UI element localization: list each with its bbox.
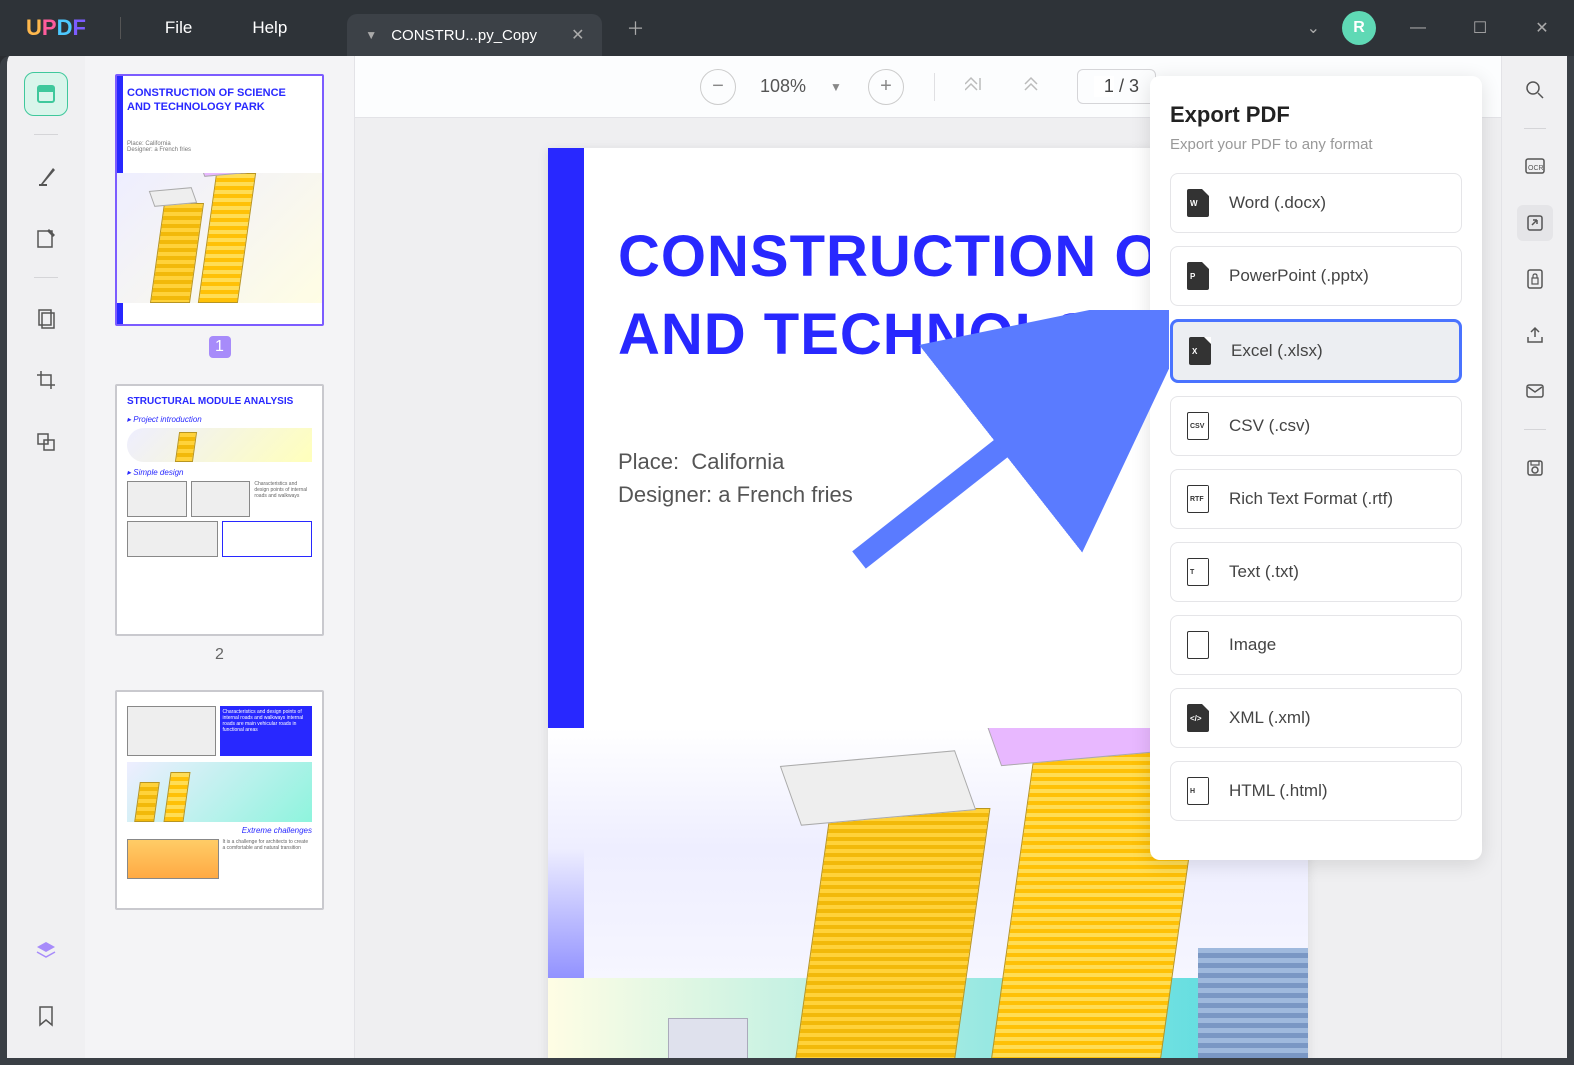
layers-icon [35, 939, 57, 961]
export-label: Text (.txt) [1229, 562, 1299, 582]
zoom-in-button[interactable]: + [868, 69, 904, 105]
svg-text:OCR: OCR [1528, 165, 1544, 172]
search-tool[interactable] [1517, 72, 1553, 108]
email-tool[interactable] [1517, 373, 1553, 409]
export-title: Export PDF [1170, 102, 1462, 128]
new-tab-button[interactable]: ＋ [626, 15, 644, 41]
protect-tool[interactable] [1517, 261, 1553, 297]
file-icon: X [1187, 336, 1213, 366]
layers-tool[interactable] [24, 928, 68, 972]
save-tool[interactable] [1517, 450, 1553, 486]
export-option-3[interactable]: CSV CSV (.csv) [1170, 396, 1462, 456]
mail-icon [1525, 383, 1545, 399]
title-right-group: ⌄ R — ☐ ✕ [1307, 11, 1562, 45]
save-icon [1525, 458, 1545, 478]
close-icon[interactable]: ✕ [571, 25, 584, 45]
file-icon: CSV [1185, 411, 1211, 441]
export-label: HTML (.html) [1229, 781, 1328, 801]
zoom-value: 108% [760, 76, 806, 97]
prev-page-button[interactable] [1021, 75, 1039, 98]
export-option-8[interactable]: H HTML (.html) [1170, 761, 1462, 821]
app-body: CONSTRUCTION OF SCIENCE AND TECHNOLOGY P… [0, 56, 1574, 1065]
search-icon [1525, 80, 1545, 100]
export-label: PowerPoint (.pptx) [1229, 266, 1369, 286]
menu-file[interactable]: File [165, 18, 192, 38]
share-icon [1525, 325, 1545, 345]
compare-icon [35, 431, 57, 453]
file-icon [1185, 630, 1211, 660]
export-option-1[interactable]: P PowerPoint (.pptx) [1170, 246, 1462, 306]
close-window-button[interactable]: ✕ [1522, 18, 1562, 38]
export-option-0[interactable]: W Word (.docx) [1170, 173, 1462, 233]
export-label: Excel (.xlsx) [1231, 341, 1323, 361]
export-option-4[interactable]: RTF Rich Text Format (.rtf) [1170, 469, 1462, 529]
export-tool[interactable] [1517, 205, 1553, 241]
edit-tool[interactable] [24, 215, 68, 259]
export-label: CSV (.csv) [1229, 416, 1310, 436]
maximize-button[interactable]: ☐ [1460, 18, 1500, 38]
crop-icon [35, 369, 57, 391]
bookmark-icon [37, 1005, 55, 1027]
document-tab[interactable]: ▼ CONSTRU...py_Copy ✕ [347, 14, 602, 56]
tab-dropdown-icon[interactable]: ▼ [365, 28, 377, 42]
export-icon [1525, 213, 1545, 233]
thumbnail-page-3[interactable]: Characteristics and design points of int… [115, 690, 324, 910]
tab-name: CONSTRU...py_Copy [391, 27, 537, 44]
file-icon: T [1185, 557, 1211, 587]
minimize-button[interactable]: — [1398, 19, 1438, 37]
export-label: Image [1229, 635, 1276, 655]
thumbnails-icon [35, 83, 57, 105]
first-page-button[interactable] [965, 75, 983, 98]
export-option-2[interactable]: X Excel (.xlsx) [1170, 319, 1462, 383]
export-subtitle: Export your PDF to any format [1170, 136, 1462, 153]
lock-icon [1526, 268, 1544, 290]
thumbnails-tool[interactable] [24, 72, 68, 116]
file-icon: W [1185, 188, 1211, 218]
ocr-icon: OCR [1524, 157, 1546, 177]
pages-icon [35, 307, 57, 329]
chevron-down-icon[interactable]: ⌄ [1307, 18, 1320, 38]
share-tool[interactable] [1517, 317, 1553, 353]
separator [120, 17, 121, 39]
file-icon: </> [1185, 703, 1211, 733]
export-label: Rich Text Format (.rtf) [1229, 489, 1393, 509]
export-option-7[interactable]: </> XML (.xml) [1170, 688, 1462, 748]
right-toolbar: OCR [1501, 56, 1567, 1058]
marker-tool[interactable] [24, 153, 68, 197]
thumbnail-number-1: 1 [209, 336, 231, 358]
export-label: XML (.xml) [1229, 708, 1311, 728]
left-toolbar [7, 56, 85, 1058]
export-option-6[interactable]: Image [1170, 615, 1462, 675]
export-option-5[interactable]: T Text (.txt) [1170, 542, 1462, 602]
file-icon: RTF [1185, 484, 1211, 514]
file-icon: P [1185, 261, 1211, 291]
crop-tool[interactable] [24, 358, 68, 402]
page-input[interactable] [1094, 76, 1114, 97]
ocr-tool[interactable]: OCR [1517, 149, 1553, 185]
titlebar: UPDF File Help ▼ CONSTRU...py_Copy ✕ ＋ ⌄… [0, 0, 1574, 56]
file-icon: H [1185, 776, 1211, 806]
export-label: Word (.docx) [1229, 193, 1326, 213]
app-logo: UPDF [26, 15, 86, 41]
menu-help[interactable]: Help [252, 18, 287, 38]
zoom-dropdown-icon[interactable]: ▼ [830, 80, 842, 94]
zoom-out-button[interactable]: − [700, 69, 736, 105]
page-indicator: / 3 [1077, 69, 1156, 104]
thumbnail-page-2[interactable]: STRUCTURAL MODULE ANALYSIS ▸ Project int… [115, 384, 324, 636]
thumbnail-page-1[interactable]: CONSTRUCTION OF SCIENCE AND TECHNOLOGY P… [115, 74, 324, 326]
thumbnail-number-2: 2 [115, 646, 324, 664]
thumbnail-panel: CONSTRUCTION OF SCIENCE AND TECHNOLOGY P… [85, 56, 355, 1058]
marker-icon [35, 164, 57, 186]
bookmark-tool[interactable] [24, 994, 68, 1038]
edit-icon [35, 226, 57, 248]
export-panel: Export PDF Export your PDF to any format… [1150, 76, 1482, 860]
pages-tool[interactable] [24, 296, 68, 340]
compare-tool[interactable] [24, 420, 68, 464]
avatar[interactable]: R [1342, 11, 1376, 45]
